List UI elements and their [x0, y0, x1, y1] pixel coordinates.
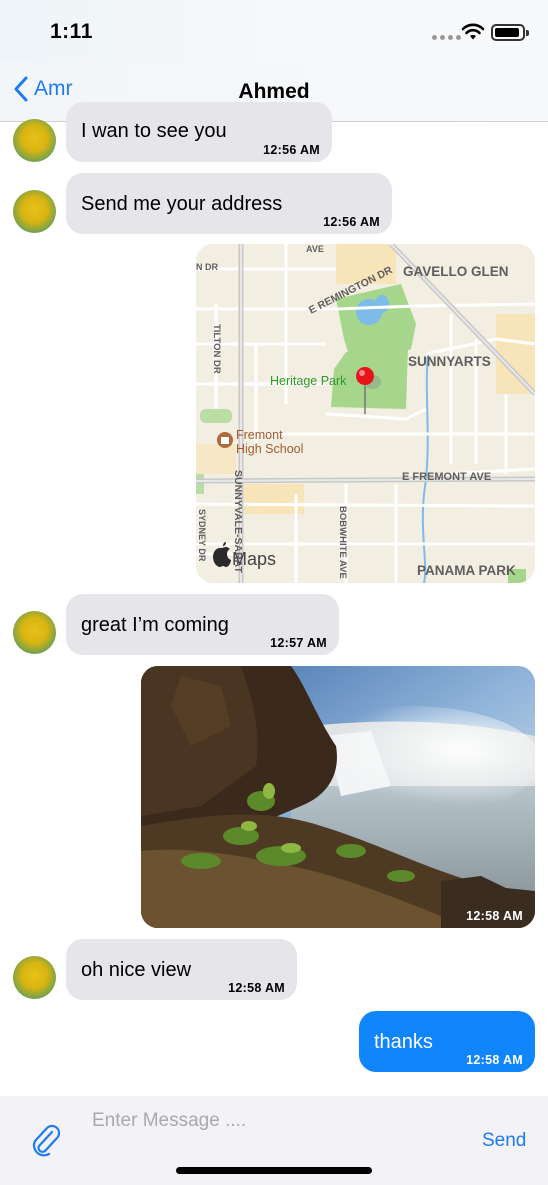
- conversation-title: Ahmed: [238, 80, 310, 103]
- status-time: 1:11: [50, 20, 93, 43]
- message-text: oh nice view: [81, 959, 192, 981]
- avatar: [13, 611, 56, 654]
- message-text: Send me your address: [81, 193, 283, 215]
- map-image: GAVELLO GLEN E REMINGTON DR SUNNYARTS E …: [196, 244, 535, 583]
- message-text: great I’m coming: [81, 614, 229, 636]
- avatar: [13, 190, 56, 233]
- map-park-label: Heritage Park: [270, 374, 347, 388]
- image-message[interactable]: 12:58 AM: [141, 666, 535, 928]
- message-timestamp: 12:56 AM: [323, 215, 380, 229]
- cellular-signal-icon: [432, 35, 461, 40]
- map-label: GAVELLO GLEN: [403, 264, 509, 279]
- message-timestamp: 12:56 AM: [263, 143, 320, 157]
- message-bubble-incoming[interactable]: oh nice view 12:58 AM: [66, 939, 297, 1000]
- message-input[interactable]: [92, 1106, 452, 1136]
- message-bubble-incoming[interactable]: Send me your address 12:56 AM: [66, 173, 392, 234]
- map-label: SUNNYARTS: [408, 354, 491, 369]
- message-bubble-outgoing[interactable]: thanks 12:58 AM: [359, 1011, 535, 1072]
- message-timestamp: 12:58 AM: [228, 981, 285, 995]
- map-label: SYDNEY DR: [197, 509, 207, 562]
- message-bubble-incoming[interactable]: I wan to see you 12:56 AM: [66, 102, 332, 162]
- status-bar: 1:11: [0, 0, 548, 62]
- home-indicator: [176, 1167, 372, 1174]
- paperclip-icon[interactable]: [30, 1123, 60, 1157]
- message-bubble-incoming[interactable]: great I’m coming 12:57 AM: [66, 594, 339, 655]
- battery-icon: [491, 24, 529, 41]
- avatar: [13, 956, 56, 999]
- location-map-message[interactable]: GAVELLO GLEN E REMINGTON DR SUNNYARTS E …: [196, 244, 535, 583]
- message-timestamp: 12:57 AM: [270, 636, 327, 650]
- message-timestamp: 12:58 AM: [466, 1053, 523, 1067]
- avatar: [13, 119, 56, 162]
- waterfall-photo: [141, 666, 535, 928]
- map-pin-icon: [356, 367, 374, 385]
- message-text: thanks: [374, 1031, 433, 1053]
- wifi-icon: [461, 23, 485, 40]
- map-label: N DR: [196, 262, 218, 272]
- map-label: AVE: [306, 244, 324, 254]
- message-text: I wan to see you: [81, 120, 227, 142]
- send-button[interactable]: Send: [482, 1130, 526, 1152]
- map-label: BOBWHITE AVE: [337, 506, 348, 579]
- map-label: TILTON DR: [211, 324, 222, 374]
- map-label: PANAMA PARK: [417, 563, 516, 578]
- maps-watermark: Maps: [232, 549, 276, 569]
- map-label: E FREMONT AVE: [402, 471, 491, 483]
- message-timestamp: 12:58 AM: [466, 909, 523, 923]
